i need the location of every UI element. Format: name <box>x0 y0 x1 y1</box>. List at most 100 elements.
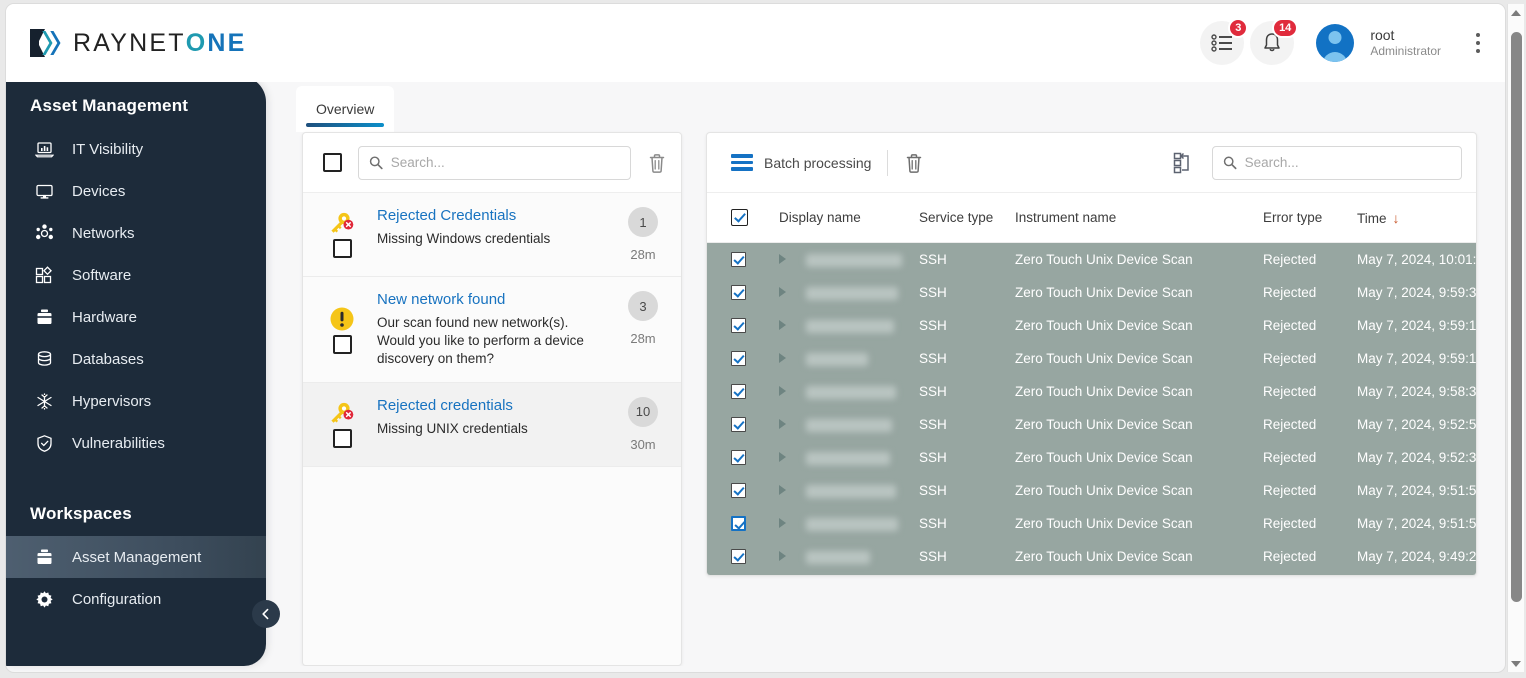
row-select-cell <box>707 507 779 540</box>
row-select-cell <box>707 243 779 276</box>
notification-item[interactable]: Rejected Credentials Missing Windows cre… <box>303 193 681 277</box>
table-row[interactable]: SSH Zero Touch Unix Device Scan Rejected Ma… <box>707 540 1476 573</box>
avatar-head <box>1328 31 1342 44</box>
browser-scrollbar[interactable] <box>1507 4 1524 672</box>
notification-checkbox[interactable] <box>332 428 352 448</box>
row-expand-icon[interactable] <box>779 452 786 462</box>
warning-icon <box>330 307 354 331</box>
column-header-instrument-name[interactable]: Instrument name <box>1015 193 1263 243</box>
notifications-select-all-checkbox[interactable] <box>323 153 342 172</box>
column-header-display-name[interactable]: Display name <box>779 193 919 243</box>
table-row[interactable]: SSH Zero Touch Unix Device Scan Rejected Ma… <box>707 276 1476 309</box>
table-search-input[interactable] <box>1244 155 1451 170</box>
notification-item[interactable]: Rejected credentials Missing UNIX creden… <box>303 382 681 467</box>
sidebar-item-label: Hardware <box>72 308 138 326</box>
row-expand-icon[interactable] <box>779 254 786 264</box>
key-rejected-icon <box>331 212 354 233</box>
key-rejected-icon <box>331 402 354 423</box>
sidebar-item-networks[interactable]: Networks <box>6 212 266 254</box>
table-row[interactable]: SSH Zero Touch Unix Device Scan Rejected Ma… <box>707 474 1476 507</box>
user-info[interactable]: root Administrator <box>1370 27 1441 60</box>
sidebar-item-hardware[interactable]: Hardware <box>6 296 266 338</box>
notification-checkbox[interactable] <box>332 239 352 258</box>
app-header: RAYNETONE 3 14 root Administrator <box>6 4 1505 82</box>
notification-meta: 1 28m <box>619 207 667 262</box>
notification-title[interactable]: New network found <box>377 291 605 308</box>
batch-processing-button[interactable]: Batch processing <box>731 154 871 171</box>
table-row[interactable]: SSH Zero Touch Unix Device Scan Rejected Ma… <box>707 441 1476 474</box>
sidebar-item-vulnerabilities[interactable]: Vulnerabilities <box>6 422 266 464</box>
tab-overview[interactable]: Overview <box>296 86 395 132</box>
row-checkbox[interactable] <box>731 285 746 301</box>
sidebar-item-software[interactable]: Software <box>6 254 266 296</box>
table-delete-button[interactable] <box>904 152 924 174</box>
sidebar-item-label: Databases <box>72 350 144 368</box>
cell-display-name <box>779 540 919 573</box>
redacted-display-name <box>806 319 894 333</box>
row-expand-icon[interactable] <box>779 287 786 297</box>
table-row[interactable]: SSH Zero Touch Unix Device Scan Rejected Ma… <box>707 375 1476 408</box>
table-row[interactable]: SSH Zero Touch Unix Device Scan Rejected Ma… <box>707 342 1476 375</box>
row-expand-icon[interactable] <box>779 551 786 561</box>
monitor-icon <box>34 183 55 200</box>
row-checkbox[interactable] <box>731 252 746 268</box>
row-select-cell <box>707 474 779 507</box>
sidebar-item-configuration[interactable]: Configuration <box>6 578 266 620</box>
row-checkbox[interactable] <box>731 549 746 565</box>
group-columns-button[interactable] <box>1172 151 1196 175</box>
notifications-search-input[interactable] <box>390 155 620 170</box>
notification-checkbox[interactable] <box>332 334 352 354</box>
notification-title[interactable]: Rejected Credentials <box>377 207 605 224</box>
column-header-service-type[interactable]: Service type <box>919 193 1015 243</box>
table-select-all-checkbox[interactable] <box>731 209 748 226</box>
row-checkbox[interactable] <box>731 516 746 532</box>
row-checkbox[interactable] <box>731 384 746 400</box>
row-checkbox[interactable] <box>731 351 746 367</box>
notification-item[interactable]: New network found Our scan found new net… <box>303 277 681 383</box>
table-row[interactable]: SSH Zero Touch Unix Device Scan Rejected Ma… <box>707 507 1476 540</box>
row-checkbox[interactable] <box>731 318 746 334</box>
brand-name: RAYNETONE <box>73 28 247 57</box>
row-checkbox[interactable] <box>731 450 746 466</box>
row-select-cell <box>707 375 779 408</box>
notifications-delete-button[interactable] <box>647 152 667 174</box>
sidebar-collapse-button[interactable] <box>252 600 280 628</box>
row-checkbox[interactable] <box>731 483 746 499</box>
panels-row: Rejected Credentials Missing Windows cre… <box>266 132 1489 666</box>
more-vertical-icon[interactable] <box>1465 26 1491 60</box>
table-search[interactable] <box>1212 145 1462 180</box>
row-expand-icon[interactable] <box>779 419 786 429</box>
cell-instrument-name: Zero Touch Unix Device Scan <box>1015 351 1193 366</box>
cell-instrument-name: Zero Touch Unix Device Scan <box>1015 450 1193 465</box>
sidebar-item-databases[interactable]: Databases <box>6 338 266 380</box>
table-row[interactable]: SSH Zero Touch Unix Device Scan Rejected Ma… <box>707 309 1476 342</box>
row-expand-icon[interactable] <box>779 320 786 330</box>
row-checkbox[interactable] <box>731 417 746 433</box>
avatar[interactable] <box>1316 24 1355 62</box>
scroll-up-arrow[interactable] <box>1508 4 1524 21</box>
row-expand-icon[interactable] <box>779 386 786 396</box>
sidebar-item-it-visibility[interactable]: IT Visibility <box>6 128 266 170</box>
table-row[interactable]: SSH Zero Touch Unix Device Scan Rejected Ma… <box>707 408 1476 441</box>
brand-logo[interactable]: RAYNETONE <box>28 27 247 59</box>
scroll-down-arrow[interactable] <box>1508 655 1524 672</box>
column-header-time[interactable]: Time ↓ <box>1357 193 1476 243</box>
table-header-table: Display name Service type Instrument nam… <box>707 193 1476 243</box>
row-expand-icon[interactable] <box>779 518 786 528</box>
sidebar-item-devices[interactable]: Devices <box>6 170 266 212</box>
table-row[interactable]: SSH Zero Touch Unix Device Scan Rejected Ma… <box>707 243 1476 276</box>
notifications-button[interactable]: 14 <box>1250 18 1299 65</box>
notification-title[interactable]: Rejected credentials <box>377 397 605 414</box>
row-expand-icon[interactable] <box>779 485 786 495</box>
column-header-error-type[interactable]: Error type <box>1263 193 1357 243</box>
notifications-search[interactable] <box>358 145 631 180</box>
row-select-cell <box>707 276 779 309</box>
cell-service-type: SSH <box>919 252 947 267</box>
row-expand-icon[interactable] <box>779 353 786 363</box>
scrollbar-thumb[interactable] <box>1511 32 1522 602</box>
sidebar-item-hypervisors[interactable]: Hypervisors <box>6 380 266 422</box>
sidebar-item-asset-management[interactable]: Asset Management <box>6 536 266 578</box>
cell-error-type: Rejected <box>1263 351 1317 366</box>
task-list-button[interactable]: 3 <box>1200 18 1249 65</box>
redacted-display-name <box>806 550 870 564</box>
